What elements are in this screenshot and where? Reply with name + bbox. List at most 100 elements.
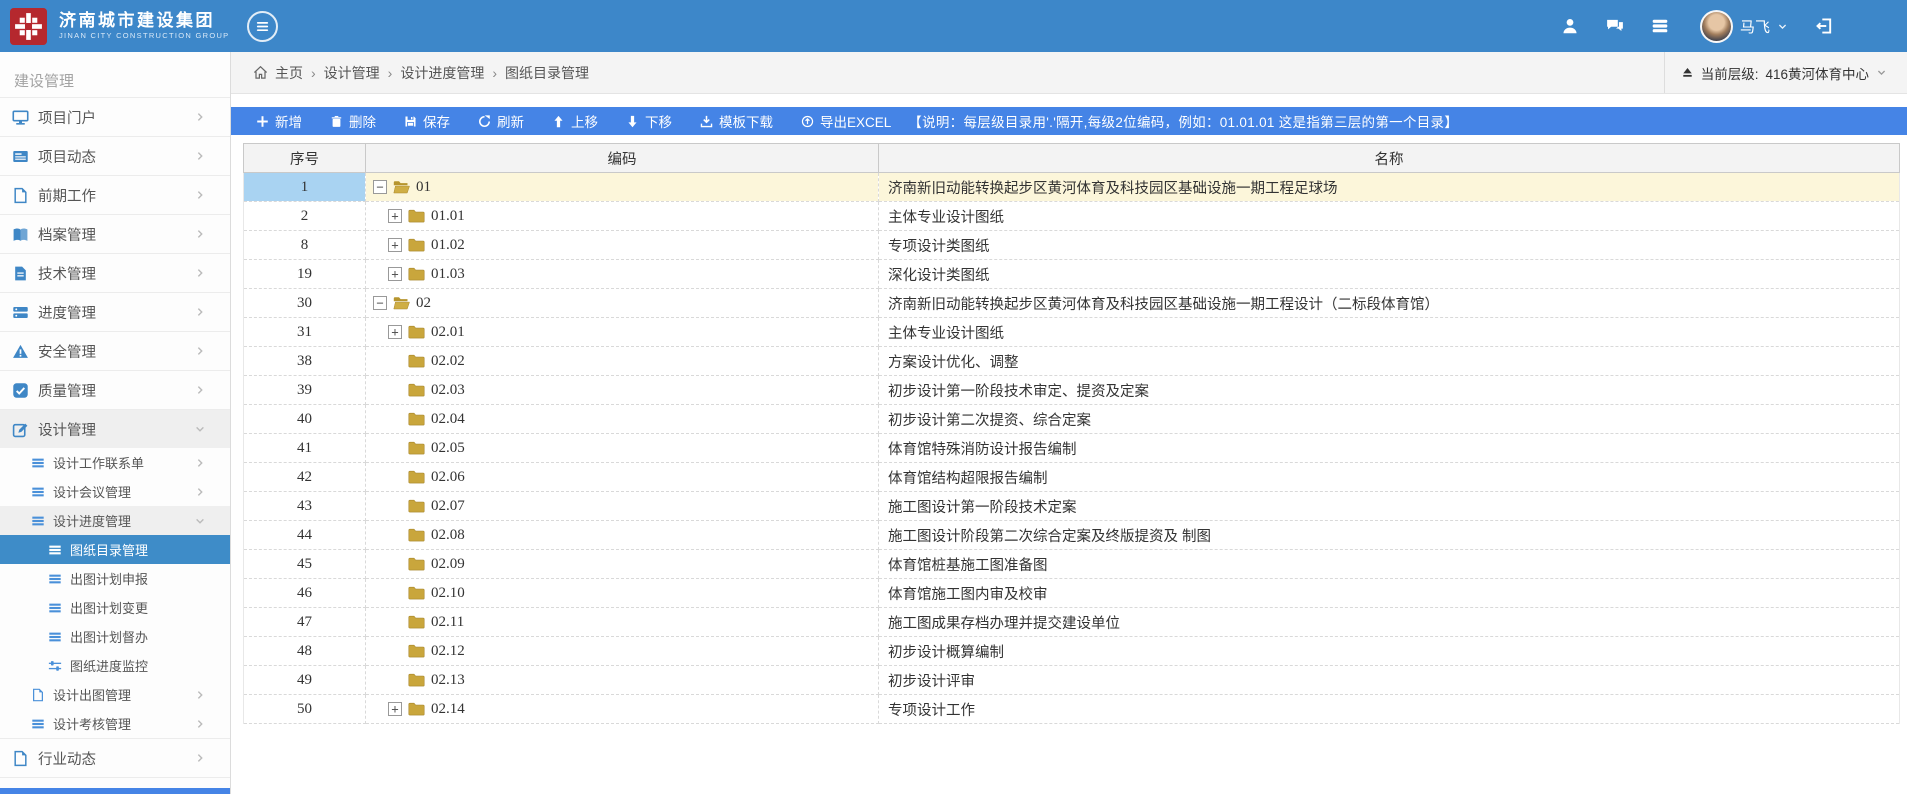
avatar[interactable] (1700, 10, 1733, 43)
sidebar-item-设计进度管理[interactable]: 设计进度管理 (0, 506, 230, 535)
row-name: 济南新旧动能转换起步区黄河体育及科技园区基础设施一期工程设计（二标段体育馆） (879, 289, 1900, 318)
brand-subtitle: JINAN CITY CONSTRUCTION GROUP (59, 32, 229, 40)
row-code-cell: 02.13 (366, 666, 879, 695)
chevron-right-icon (194, 752, 206, 764)
table-row[interactable]: 49 02.13 初步设计评审 (244, 666, 1900, 695)
sidebar-item-label: 项目动态 (38, 146, 96, 167)
table-row[interactable]: 40 02.04 初步设计第二次提资、综合定案 (244, 405, 1900, 434)
toolbar-button-刷新[interactable]: 刷新 (478, 111, 524, 131)
folder-closed-icon (408, 528, 425, 542)
row-name: 施工图成果存档办理并提交建设单位 (879, 608, 1900, 637)
toolbar-button-新增[interactable]: 新增 (256, 111, 302, 131)
user-icon[interactable] (1561, 17, 1579, 35)
row-code-cell: 02.10 (366, 579, 879, 608)
sidebar-item-前期工作[interactable]: 前期工作 (0, 175, 230, 214)
toolbar-button-label: 保存 (423, 111, 450, 131)
folder-closed-icon (408, 209, 425, 223)
sidebar-item-图纸目录管理[interactable]: 图纸目录管理 (0, 535, 230, 564)
chevron-right-icon (194, 111, 206, 123)
sidebar-item-设计考核管理[interactable]: 设计考核管理 (0, 709, 230, 738)
chevron-down-icon (194, 515, 206, 527)
file-icon (12, 750, 29, 767)
messages-icon[interactable] (1606, 17, 1624, 35)
sidebar-item-设计管理[interactable]: 设计管理 (0, 409, 230, 448)
apps-menu-icon[interactable] (1651, 17, 1669, 35)
table-header-row: 序号 编码 名称 (244, 144, 1900, 173)
table-row[interactable]: 43 02.07 施工图设计第一阶段技术定案 (244, 492, 1900, 521)
sidebar-item-设计出图管理[interactable]: 设计出图管理 (0, 680, 230, 709)
row-code: 02.14 (431, 701, 465, 718)
expander-toggle[interactable]: + (388, 702, 402, 716)
table-row[interactable]: 1 − 01 济南新旧动能转换起步区黄河体育及科技园区基础设施一期工程足球场 (244, 173, 1900, 202)
expander-toggle[interactable]: − (373, 180, 387, 194)
company-logo-icon (10, 8, 47, 45)
table-row[interactable]: 45 02.09 体育馆桩基施工图准备图 (244, 550, 1900, 579)
expander-toggle[interactable]: + (388, 267, 402, 281)
sidebar-item-出图计划变更[interactable]: 出图计划变更 (0, 593, 230, 622)
expander-toggle[interactable]: + (388, 325, 402, 339)
file-icon (12, 187, 29, 204)
table-row[interactable]: 47 02.11 施工图成果存档办理并提交建设单位 (244, 608, 1900, 637)
logout-icon[interactable] (1815, 17, 1833, 35)
sidebar-item-设计工作联系单[interactable]: 设计工作联系单 (0, 448, 230, 477)
bars-icon (48, 601, 62, 615)
sidebar-item-行业动态[interactable]: 行业动态 (0, 738, 230, 777)
row-seq: 49 (244, 666, 366, 695)
sidebar-item-出图计划申报[interactable]: 出图计划申报 (0, 564, 230, 593)
toolbar-button-模板下载[interactable]: 模板下载 (700, 111, 773, 131)
expander-toggle[interactable]: − (373, 296, 387, 310)
toolbar-button-保存[interactable]: 保存 (404, 111, 450, 131)
folder-closed-icon (408, 586, 425, 600)
sidebar-toggle-button[interactable] (247, 11, 278, 42)
bars-icon (31, 456, 45, 470)
toolbar-button-删除[interactable]: 删除 (330, 111, 376, 131)
expander-toggle[interactable]: + (388, 238, 402, 252)
breadcrumb-item[interactable]: 设计进度管理 (400, 63, 484, 83)
toolbar-button-下移[interactable]: 下移 (626, 111, 672, 131)
table-row[interactable]: 48 02.12 初步设计概算编制 (244, 637, 1900, 666)
breadcrumb-item[interactable]: 图纸目录管理 (505, 63, 589, 83)
level-label: 当前层级: (1701, 63, 1759, 83)
layout: 建设管理 项目门户 项目动态 前期工作 档案管理 技术管理 进度管理 安全管理 … (0, 52, 1907, 794)
table-row[interactable]: 41 02.05 体育馆特殊消防设计报告编制 (244, 434, 1900, 463)
sidebar-item-label: 设计工作联系单 (53, 453, 144, 472)
table-row[interactable]: 38 02.02 方案设计优化、调整 (244, 347, 1900, 376)
table-row[interactable]: 46 02.10 体育馆施工图内审及校审 (244, 579, 1900, 608)
sidebar-item-label: 项目门户 (38, 107, 96, 128)
breadcrumb-bar: 主页 ›设计管理›设计进度管理›图纸目录管理 当前层级: 416黄河体育中心 (231, 52, 1907, 94)
row-name: 体育馆特殊消防设计报告编制 (879, 434, 1900, 463)
sidebar-item-项目门户[interactable]: 项目门户 (0, 97, 230, 136)
sidebar-item-项目动态[interactable]: 项目动态 (0, 136, 230, 175)
toolbar-button-上移[interactable]: 上移 (552, 111, 598, 131)
row-code-cell: 02.03 (366, 376, 879, 405)
table-row[interactable]: 39 02.03 初步设计第一阶段技术审定、提资及定案 (244, 376, 1900, 405)
sidebar-item-进度管理[interactable]: 进度管理 (0, 292, 230, 331)
chevron-right-icon (194, 457, 206, 469)
sidebar-item-出图计划督办[interactable]: 出图计划督办 (0, 622, 230, 651)
table-row[interactable]: 31 + 02.01 主体专业设计图纸 (244, 318, 1900, 347)
sidebar-item-图纸进度监控[interactable]: 图纸进度监控 (0, 651, 230, 680)
expander-toggle[interactable]: + (388, 209, 402, 223)
sidebar-item-安全管理[interactable]: 安全管理 (0, 331, 230, 370)
table-row[interactable]: 44 02.08 施工图设计阶段第二次综合定案及终版提资及 制图 (244, 521, 1900, 550)
table-row[interactable]: 42 02.06 体育馆结构超限报告编制 (244, 463, 1900, 492)
sidebar-item-档案管理[interactable]: 档案管理 (0, 214, 230, 253)
row-code: 02.08 (431, 527, 465, 544)
table-row[interactable]: 8 + 01.02 专项设计类图纸 (244, 231, 1900, 260)
folder-closed-icon (408, 644, 425, 658)
table-row[interactable]: 2 + 01.01 主体专业设计图纸 (244, 202, 1900, 231)
breadcrumb-home[interactable]: 主页 (275, 63, 303, 83)
level-selector[interactable]: 当前层级: 416黄河体育中心 (1664, 52, 1907, 93)
user-menu[interactable]: 马飞 (1696, 10, 1788, 43)
table-row[interactable]: 19 + 01.03 深化设计类图纸 (244, 260, 1900, 289)
sidebar-item-label: 进度管理 (38, 302, 96, 323)
table-row[interactable]: 30 − 02 济南新旧动能转换起步区黄河体育及科技园区基础设施一期工程设计（二… (244, 289, 1900, 318)
sidebar-item-技术管理[interactable]: 技术管理 (0, 253, 230, 292)
toolbar-button-导出EXCEL[interactable]: 导出EXCEL (801, 111, 891, 131)
table-row[interactable]: 50 + 02.14 专项设计工作 (244, 695, 1900, 724)
bars-icon (31, 717, 45, 731)
arrow-up-icon (552, 115, 565, 128)
sidebar-item-设计会议管理[interactable]: 设计会议管理 (0, 477, 230, 506)
breadcrumb-item[interactable]: 设计管理 (324, 63, 380, 83)
sidebar-item-质量管理[interactable]: 质量管理 (0, 370, 230, 409)
